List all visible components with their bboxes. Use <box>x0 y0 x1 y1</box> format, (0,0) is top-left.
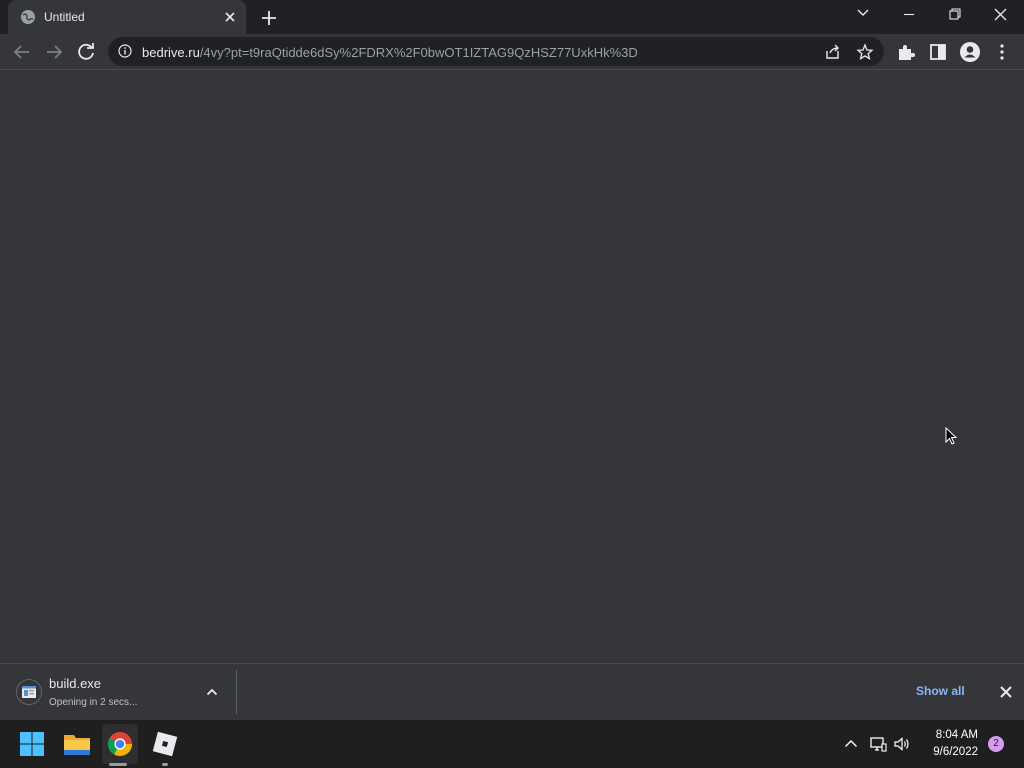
site-info-icon[interactable] <box>118 44 132 58</box>
chrome-running-indicator <box>109 763 127 766</box>
globe-icon <box>21 10 35 24</box>
page-content <box>0 71 1024 663</box>
screen: Untitled bedrive.ru/4vy?pt=t9raQtidde6dS… <box>0 0 1024 768</box>
forward-arrow-icon[interactable] <box>42 40 66 64</box>
file-explorer-icon[interactable] <box>61 728 93 760</box>
minimize-icon[interactable] <box>886 0 932 30</box>
chrome-icon[interactable] <box>104 728 136 760</box>
url-host: bedrive.ru <box>142 45 200 60</box>
reload-icon[interactable] <box>74 40 98 64</box>
network-icon[interactable] <box>869 735 887 753</box>
close-window-icon[interactable] <box>978 0 1024 30</box>
restore-icon[interactable] <box>932 0 978 30</box>
profile-avatar-icon[interactable] <box>958 40 982 64</box>
taskbar: 8:04 AM 9/6/2022 <box>0 720 1024 768</box>
roblox-running-indicator <box>162 763 168 766</box>
mouse-pointer-icon <box>945 427 957 445</box>
back-arrow-icon[interactable] <box>10 40 34 64</box>
tab-title: Untitled <box>44 10 85 24</box>
executable-file-icon <box>16 679 42 705</box>
extensions-puzzle-icon[interactable] <box>894 40 918 64</box>
tab-search-icon[interactable] <box>840 0 886 30</box>
chevron-up-icon[interactable] <box>204 684 220 700</box>
bookmark-star-icon[interactable] <box>856 43 874 61</box>
tab-strip: Untitled <box>0 0 1024 34</box>
share-icon[interactable] <box>824 43 842 61</box>
clock-date[interactable]: 9/6/2022 <box>914 746 978 758</box>
download-shelf: build.exe Opening in 2 secs... Show all <box>0 663 1024 720</box>
new-tab-button[interactable] <box>258 7 280 29</box>
close-tab-icon[interactable] <box>222 9 238 25</box>
notification-badge[interactable]: 2 <box>988 736 1004 752</box>
url-path: /4vy?pt=t9raQtidde6dSy%2FDRX%2F0bwOT1IZT… <box>199 45 638 60</box>
clock-time[interactable]: 8:04 AM <box>920 729 978 741</box>
browser-toolbar: bedrive.ru/4vy?pt=t9raQtidde6dSy%2FDRX%2… <box>0 34 1024 70</box>
browser-tab[interactable]: Untitled <box>8 0 246 34</box>
download-filename: build.exe <box>49 676 102 691</box>
address-bar[interactable]: bedrive.ru/4vy?pt=t9raQtidde6dSy%2FDRX%2… <box>108 37 884 66</box>
kebab-menu-icon[interactable] <box>990 40 1014 64</box>
chevron-up-tray-icon[interactable] <box>842 735 860 753</box>
download-status: Opening in 2 secs... <box>49 697 138 708</box>
roblox-icon[interactable] <box>149 728 181 760</box>
side-panel-icon[interactable] <box>926 40 950 64</box>
close-shelf-icon[interactable] <box>998 684 1014 700</box>
download-item[interactable]: build.exe Opening in 2 secs... <box>8 664 236 720</box>
windows-start-icon[interactable] <box>16 728 48 760</box>
show-all-downloads-link[interactable]: Show all <box>916 684 965 698</box>
volume-icon[interactable] <box>893 735 911 753</box>
shelf-divider <box>236 670 237 714</box>
url-text[interactable]: bedrive.ru/4vy?pt=t9raQtidde6dSy%2FDRX%2… <box>142 45 638 60</box>
